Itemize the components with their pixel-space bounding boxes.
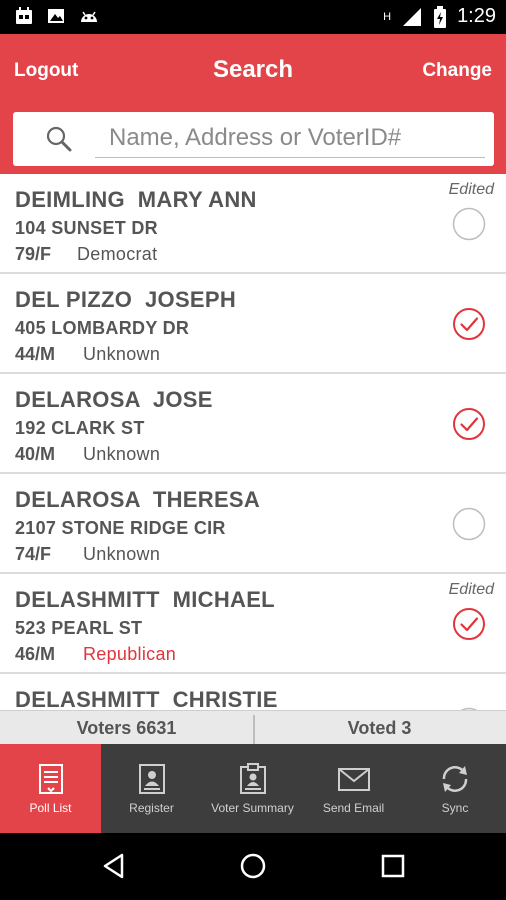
voter-row[interactable]: DEIMLING MARY ANN 104 SUNSET DR 79/F Dem… xyxy=(0,174,506,274)
voter-row[interactable]: DELASHMITT MICHAEL 523 PEARL ST 46/M Rep… xyxy=(0,574,506,674)
voter-party: Republican xyxy=(83,644,177,664)
nav-sync[interactable]: Sync xyxy=(404,744,506,833)
voter-party: Unknown xyxy=(83,544,161,564)
voted-check-icon[interactable] xyxy=(452,407,486,441)
voter-summary-icon xyxy=(239,763,266,794)
nav-send-email[interactable]: Send Email xyxy=(303,744,404,833)
voter-name: DELASHMITT CHRISTIE xyxy=(15,687,278,710)
vote-status-empty-icon[interactable] xyxy=(452,507,486,541)
sync-icon xyxy=(442,766,468,792)
battery-icon xyxy=(434,5,447,28)
network-type: H xyxy=(383,10,392,23)
system-nav-bar xyxy=(0,833,506,900)
app-header: Logout Search Change xyxy=(0,34,506,174)
change-button[interactable]: Change xyxy=(422,60,492,82)
nav-register[interactable]: Register xyxy=(101,744,202,833)
voted-check-icon[interactable] xyxy=(452,607,486,641)
android-icon xyxy=(81,11,97,22)
nav-label: Voter Summary xyxy=(211,801,294,815)
nav-label: Sync xyxy=(441,801,469,815)
notification-icons xyxy=(14,6,100,26)
image-icon xyxy=(48,9,64,23)
voter-address: 523 PEARL ST xyxy=(15,618,143,638)
voter-name: DEL PIZZO JOSEPH xyxy=(15,287,237,312)
edited-label: Edited xyxy=(448,181,494,198)
voter-address: 405 LOMBARDY DR xyxy=(15,318,190,338)
voter-row[interactable]: DELAROSA THERESA 2107 STONE RIDGE CIR 74… xyxy=(0,474,506,574)
voter-age-gender: 74/F xyxy=(15,544,52,564)
search-icon xyxy=(46,126,72,152)
nav-voter-summary[interactable]: Voter Summary xyxy=(202,744,303,833)
search-input[interactable] xyxy=(95,118,485,158)
voter-age-gender: 40/M xyxy=(15,444,56,464)
page-title: Search xyxy=(212,56,294,83)
voter-age-gender: 44/M xyxy=(15,344,56,364)
home-icon[interactable] xyxy=(236,849,270,883)
voter-name: DELAROSA THERESA xyxy=(15,487,261,512)
voter-row[interactable]: DELASHMITT CHRISTIE xyxy=(0,674,506,710)
poll-list-icon xyxy=(38,764,63,794)
voter-age-gender: 46/M xyxy=(15,644,56,664)
voter-name: DELAROSA JOSE xyxy=(15,387,213,412)
logout-button[interactable]: Logout xyxy=(14,60,78,82)
voter-row[interactable]: DEL PIZZO JOSEPH 405 LOMBARDY DR 44/M Un… xyxy=(0,274,506,374)
nav-label: Register xyxy=(129,801,174,815)
vote-status-empty-icon[interactable] xyxy=(452,207,486,241)
calendar-icon xyxy=(16,7,32,24)
signal-icon xyxy=(403,7,422,26)
voted-check-icon[interactable] xyxy=(452,307,486,341)
voter-address: 2107 STONE RIDGE CIR xyxy=(15,518,226,538)
voter-party: Unknown xyxy=(83,344,161,364)
voters-count: Voters 6631 xyxy=(76,718,177,738)
voter-party: Democrat xyxy=(77,244,158,264)
search-box xyxy=(13,112,494,166)
back-icon[interactable] xyxy=(97,849,131,883)
nav-label: Send Email xyxy=(322,801,385,815)
voter-address: 104 SUNSET DR xyxy=(15,218,158,238)
recents-icon[interactable] xyxy=(376,849,410,883)
register-icon xyxy=(138,764,165,794)
status-bar: H 1:29 xyxy=(0,0,506,34)
voter-list[interactable]: DEIMLING MARY ANN 104 SUNSET DR 79/F Dem… xyxy=(0,174,506,710)
voter-name: DELASHMITT MICHAEL xyxy=(15,587,275,612)
voter-age-gender: 79/F xyxy=(15,244,52,264)
envelope-icon xyxy=(337,768,370,791)
voter-name: DEIMLING MARY ANN xyxy=(15,187,257,212)
edited-label: Edited xyxy=(448,581,494,598)
nav-label: Poll List xyxy=(29,801,72,815)
totals-bar: Voters 6631 Voted 3 xyxy=(0,710,506,745)
clock: 1:29 xyxy=(457,5,496,27)
voter-row[interactable]: DELAROSA JOSE 192 CLARK ST 40/M Unknown xyxy=(0,374,506,474)
voted-count: Voted 3 xyxy=(347,718,412,738)
bottom-nav: Poll List Register Voter Summary Send Em… xyxy=(0,744,506,833)
nav-poll-list[interactable]: Poll List xyxy=(0,744,101,833)
voter-party: Unknown xyxy=(83,444,161,464)
voter-address: 192 CLARK ST xyxy=(15,418,145,438)
system-status: H 1:29 xyxy=(383,5,496,28)
